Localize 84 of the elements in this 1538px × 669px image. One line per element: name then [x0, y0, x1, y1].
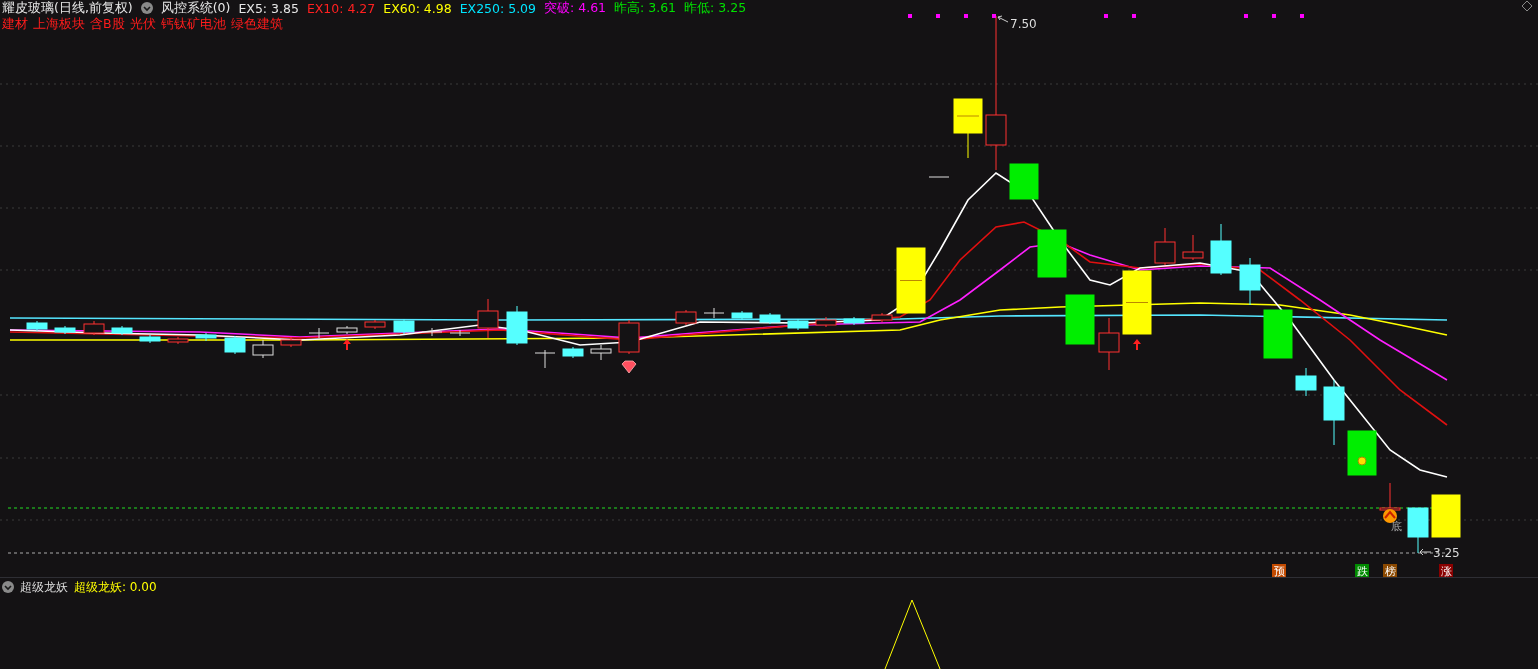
candlestick — [1263, 309, 1293, 359]
signal-badge: 涨 — [1439, 564, 1453, 577]
candlestick — [1037, 229, 1067, 278]
candlestick — [1347, 430, 1377, 476]
indicator-value: EX60: 4.98 — [383, 0, 452, 16]
candlestick — [1182, 234, 1204, 261]
candlestick — [477, 298, 499, 339]
candlestick — [393, 318, 415, 335]
collapse-icon[interactable] — [140, 2, 153, 14]
up-arrow-icon — [1133, 339, 1141, 350]
candlestick — [953, 98, 983, 159]
candlestick — [26, 320, 48, 332]
candlestick — [449, 329, 471, 337]
candlestick — [759, 312, 781, 325]
candlestick — [534, 349, 556, 369]
candlestick — [1431, 494, 1461, 538]
candlestick — [675, 309, 697, 326]
indicator-value: 昨高: 3.61 — [614, 0, 677, 17]
candlestick — [1323, 379, 1345, 446]
panel-title: 超级龙妖 — [20, 578, 68, 596]
candlestick — [280, 336, 302, 348]
candlestick — [731, 310, 753, 321]
candlestick — [195, 332, 217, 342]
candlestick — [928, 176, 950, 178]
indicator-name: 风控系统(0) — [160, 0, 231, 17]
candlestick — [54, 325, 76, 335]
signal-badge: 跌 — [1355, 564, 1369, 577]
up-arrow-icon — [343, 339, 351, 350]
candlestick — [618, 319, 640, 355]
candlestick — [224, 335, 246, 355]
signal-badge: 预 — [1272, 564, 1286, 577]
sector-tag: 光伏 — [129, 15, 156, 33]
candlestick — [308, 327, 330, 339]
candlestick — [139, 334, 161, 344]
low-price-label: 3.25 — [1433, 546, 1460, 560]
indicator-value: 超级龙妖: 0.00 — [74, 578, 157, 596]
candlestick — [843, 316, 865, 326]
sector-tag: 建材 — [2, 15, 28, 33]
indicator-value: EX5: 3.85 — [238, 0, 299, 16]
candlestick — [1407, 507, 1429, 554]
dot-icon — [1357, 456, 1367, 466]
candlestick — [1239, 257, 1261, 306]
candlestick — [1009, 163, 1039, 200]
gem-icon — [621, 360, 637, 374]
candlestick — [1122, 270, 1152, 335]
arrow-icon — [1419, 548, 1432, 556]
candlestick — [590, 344, 612, 361]
candlestick — [421, 327, 443, 337]
candlestick — [111, 325, 133, 336]
candlestick — [1065, 294, 1095, 345]
candlestick — [252, 339, 274, 359]
indicator-value: 突破: 4.61 — [544, 0, 607, 17]
candlestick — [871, 312, 893, 323]
sector-tag: 含B股 — [90, 15, 125, 33]
indicator-line — [884, 599, 941, 669]
candlestick — [336, 325, 358, 335]
candlestick — [167, 336, 189, 345]
candlestick — [83, 320, 105, 336]
sector-tag: 钙钛矿电池 — [160, 15, 226, 33]
sector-tag: 上海板块 — [33, 15, 85, 33]
signal-badge: 榜 — [1383, 564, 1397, 577]
indicator-value: EX10: 4.27 — [306, 0, 376, 16]
candlestick — [1379, 482, 1401, 511]
stock-title: 耀皮玻璃(日线,前复权) — [2, 0, 133, 17]
candlestick — [364, 319, 386, 330]
indicator-value: 昨低: 3.25 — [684, 0, 747, 17]
sector-tag: 绿色建筑 — [230, 15, 283, 33]
candlestick — [1154, 227, 1176, 266]
indicator-value: EX250: 5.09 — [459, 0, 536, 16]
bottom-label: 底 — [1391, 520, 1402, 533]
candlestick — [787, 318, 809, 331]
high-price-label: 7.50 — [1010, 17, 1037, 31]
candlestick — [815, 316, 837, 328]
candlestick — [896, 247, 926, 314]
candlestick — [1210, 223, 1232, 276]
candlestick — [1295, 367, 1317, 397]
collapse-icon[interactable] — [2, 581, 14, 593]
candlestick — [1098, 317, 1120, 371]
arrow-icon — [997, 15, 1009, 23]
bottom-signal-icon — [1383, 509, 1397, 523]
diamond-icon[interactable] — [1521, 0, 1533, 12]
candlestick — [703, 307, 725, 319]
candlestick — [506, 305, 528, 346]
candlestick — [562, 346, 584, 359]
